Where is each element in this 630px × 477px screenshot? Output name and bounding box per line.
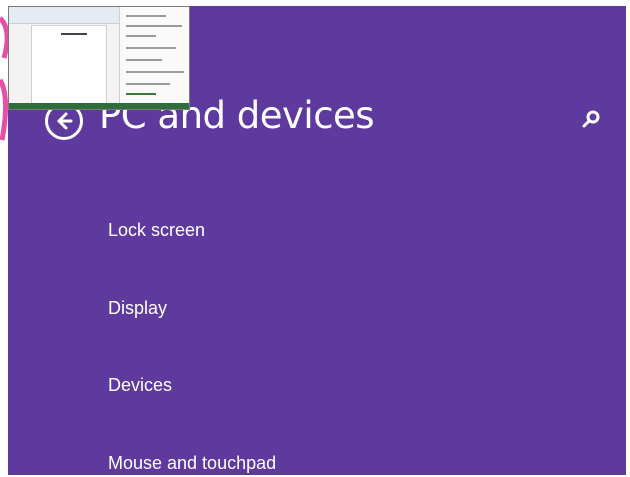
side-text-line	[126, 59, 162, 61]
side-text-line	[126, 25, 182, 27]
nav-item-lock-screen[interactable]: Lock screen	[108, 220, 205, 241]
document-page	[31, 25, 107, 107]
side-text-line	[126, 15, 166, 17]
back-arrow-icon	[57, 112, 73, 130]
desktop-window-thumbnail[interactable]	[8, 6, 190, 110]
search-button[interactable]	[580, 108, 604, 132]
side-text-line	[126, 83, 170, 85]
side-text-line	[126, 47, 176, 49]
document-text-line	[61, 33, 87, 35]
side-link-line	[126, 93, 156, 95]
side-panel	[119, 7, 189, 105]
side-text-line	[126, 71, 184, 73]
nav-item-devices[interactable]: Devices	[108, 375, 172, 396]
taskbar	[9, 103, 189, 109]
nav-item-display[interactable]: Display	[108, 298, 167, 319]
search-icon	[582, 110, 600, 128]
nav-item-mouse-and-touchpad[interactable]: Mouse and touchpad	[108, 453, 276, 474]
side-text-line	[126, 35, 156, 37]
